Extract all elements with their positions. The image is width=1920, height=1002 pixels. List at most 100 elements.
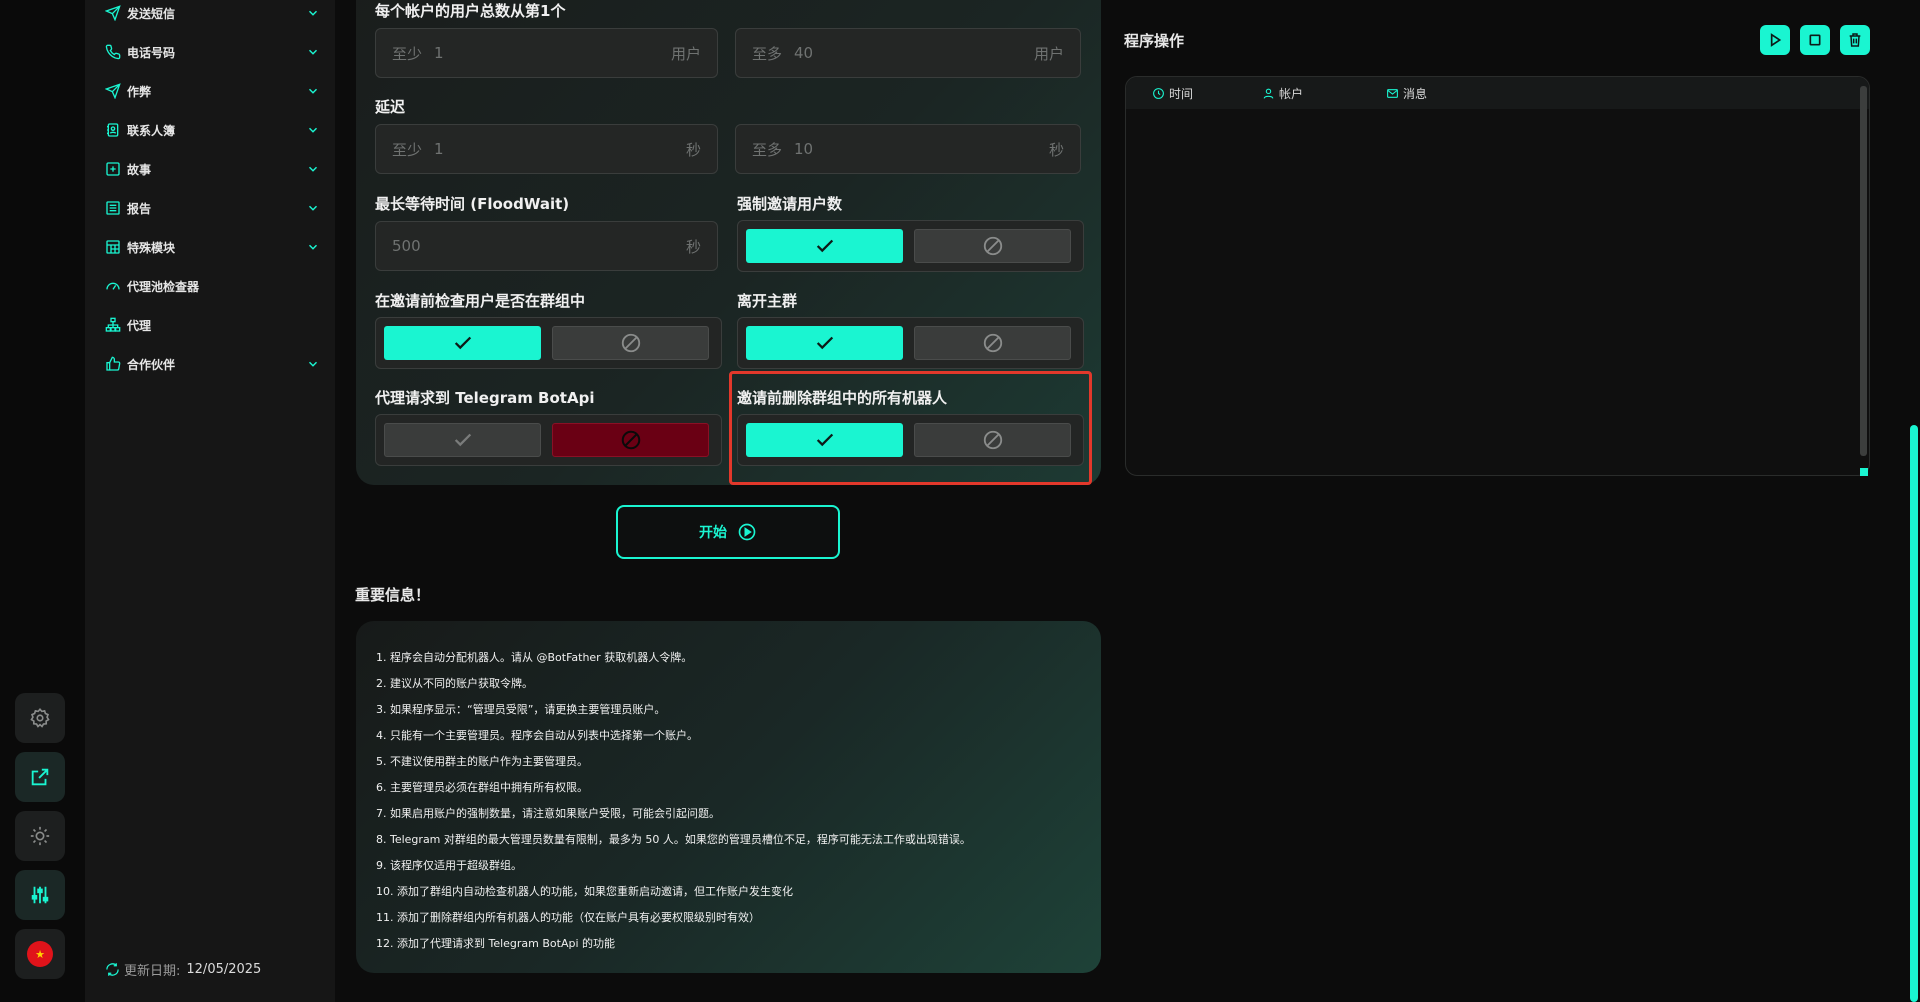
send-icon xyxy=(105,83,121,99)
check-icon xyxy=(454,336,471,350)
page-scrollbar[interactable] xyxy=(1910,425,1918,1002)
field-unit: 秒 xyxy=(1048,140,1064,159)
leave-main-label: 离开主群 xyxy=(737,292,798,310)
floodwait-field[interactable]: 500 秒 xyxy=(375,221,718,271)
settings-button[interactable] xyxy=(15,693,65,743)
sidebar-item-proxy[interactable]: 代理 xyxy=(105,313,320,337)
log-table: 时间 帐户 消息 xyxy=(1125,76,1870,476)
sidebar-item-stories[interactable]: 故事 xyxy=(105,157,320,181)
send-icon xyxy=(105,5,121,21)
users-min-field[interactable]: 至少 1 用户 xyxy=(375,28,718,78)
list-item: 8. Telegram 对群组的最大管理员数量有限制，最多为 50 人。如果您的… xyxy=(376,833,971,846)
field-value: 10 xyxy=(794,140,814,158)
play-button[interactable] xyxy=(1760,25,1790,55)
sliders-button[interactable] xyxy=(15,870,65,920)
gear-icon xyxy=(30,708,50,728)
log-header: 时间 帐户 消息 xyxy=(1126,77,1869,109)
external-link-icon xyxy=(31,768,49,786)
list-item: 7. 如果启用账户的强制数量，请注意如果账户受限，可能会引起问题。 xyxy=(376,807,720,820)
delay-max-field[interactable]: 至多 10 秒 xyxy=(735,124,1081,174)
toggle-on-button[interactable] xyxy=(384,423,541,457)
field-unit: 用户 xyxy=(670,44,701,63)
toggle-on-button[interactable] xyxy=(384,326,541,360)
toggle-off-button[interactable] xyxy=(914,326,1071,360)
clock-icon xyxy=(1153,87,1164,99)
sidebar-item-label: 报告 xyxy=(127,201,152,216)
toggle-on-button[interactable] xyxy=(746,229,903,263)
app-root: ★ 发送短信 电话号码 作弊 联系人簿 故事 报告 特殊模块 代理池检查器 代理… xyxy=(0,0,1920,1002)
update-date: 12/05/2025 xyxy=(186,962,262,977)
mail-icon xyxy=(1387,88,1398,98)
module-icon xyxy=(106,240,120,254)
list-item: 6. 主要管理员必须在群组中拥有所有权限。 xyxy=(376,781,588,794)
force-invite-label: 强制邀请用户数 xyxy=(737,195,843,213)
chevron-down-icon xyxy=(308,205,318,211)
column-time: 时间 xyxy=(1152,85,1262,102)
user-icon xyxy=(1263,88,1274,99)
important-title: 重要信息！ xyxy=(355,586,431,604)
list-item: 2. 建议从不同的账户获取令牌。 xyxy=(376,677,533,690)
phone-icon xyxy=(105,44,121,60)
stop-button[interactable] xyxy=(1800,25,1830,55)
delete-button[interactable] xyxy=(1840,25,1870,55)
column-label: 时间 xyxy=(1169,86,1194,101)
play-icon xyxy=(1770,33,1782,47)
field-prefix: 至少 xyxy=(392,44,423,63)
resize-handle[interactable] xyxy=(1860,468,1868,476)
proxy-botapi-toggle xyxy=(375,414,722,466)
sidebar-item-special-modules[interactable]: 特殊模块 xyxy=(105,235,320,259)
sidebar-item-cheat[interactable]: 作弊 xyxy=(105,79,320,103)
sidebar-item-label: 代理 xyxy=(127,318,152,333)
sidebar-item-label: 特殊模块 xyxy=(127,240,176,255)
sidebar-item-phone-numbers[interactable]: 电话号码 xyxy=(105,40,320,64)
start-button-label: 开始 xyxy=(699,525,727,541)
chevron-down-icon xyxy=(308,361,318,367)
ban-icon xyxy=(983,236,1002,256)
theme-toggle-button[interactable] xyxy=(15,811,65,861)
sun-icon xyxy=(30,826,50,846)
toggle-off-button[interactable] xyxy=(914,229,1071,263)
sidebar-item-send-sms[interactable]: 发送短信 xyxy=(105,1,320,25)
delay-min-field[interactable]: 至少 1 秒 xyxy=(375,124,718,174)
external-link-button[interactable] xyxy=(15,752,65,802)
thumbs-up-icon xyxy=(106,356,121,371)
field-value: 500 xyxy=(392,237,421,255)
list-item: 4. 只能有一个主要管理员。程序会自动从列表中选择第一个账户。 xyxy=(376,729,698,742)
field-unit: 秒 xyxy=(685,140,701,159)
sidebar-item-partners[interactable]: 合作伙伴 xyxy=(105,352,320,376)
stop-icon xyxy=(1809,34,1821,46)
list-item: 11. 添加了删除群组内所有机器人的功能（仅在账户具有必要权限级别时有效） xyxy=(376,911,760,924)
column-message: 消息 xyxy=(1386,85,1427,102)
report-icon xyxy=(106,201,120,215)
chevron-down-icon xyxy=(308,166,318,172)
field-unit: 用户 xyxy=(1033,44,1064,63)
language-button[interactable]: ★ xyxy=(15,929,65,979)
check-icon xyxy=(816,239,833,253)
sidebar-item-label: 联系人簿 xyxy=(127,123,176,138)
users-max-field[interactable]: 至多 40 用户 xyxy=(735,28,1081,78)
list-item: 5. 不建议使用群主的账户作为主要管理员。 xyxy=(376,755,588,768)
sidebar-item-label: 代理池检查器 xyxy=(127,279,200,294)
sidebar-item-contacts[interactable]: 联系人簿 xyxy=(105,118,320,142)
plus-square-icon xyxy=(106,162,120,176)
log-scrollbar[interactable] xyxy=(1860,86,1867,456)
update-label: 更新日期: xyxy=(124,964,181,979)
ban-icon xyxy=(621,430,640,450)
sidebar-item-proxy-checker[interactable]: 代理池检查器 xyxy=(105,274,320,298)
users-per-account-label: 每个帐户的用户总数从第1个 xyxy=(375,2,566,20)
contacts-icon xyxy=(107,123,119,137)
refresh-icon xyxy=(106,963,119,976)
toggle-on-button[interactable] xyxy=(746,326,903,360)
start-button[interactable]: 开始 xyxy=(616,505,840,559)
sidebar-item-reports[interactable]: 报告 xyxy=(105,196,320,220)
list-item: 12. 添加了代理请求到 Telegram BotApi 的功能 xyxy=(376,937,616,950)
floodwait-label: 最长等待时间 (FloodWait) xyxy=(375,195,570,213)
toggle-off-button[interactable] xyxy=(552,423,709,457)
sidebar: 发送短信 电话号码 作弊 联系人簿 故事 报告 特殊模块 代理池检查器 代理 合… xyxy=(85,0,335,1002)
sliders-icon xyxy=(31,886,49,904)
toggle-off-button[interactable] xyxy=(552,326,709,360)
field-value: 40 xyxy=(794,44,814,62)
field-value: 1 xyxy=(434,44,444,62)
force-invite-toggle xyxy=(737,220,1084,272)
left-rail: ★ xyxy=(0,0,85,1002)
